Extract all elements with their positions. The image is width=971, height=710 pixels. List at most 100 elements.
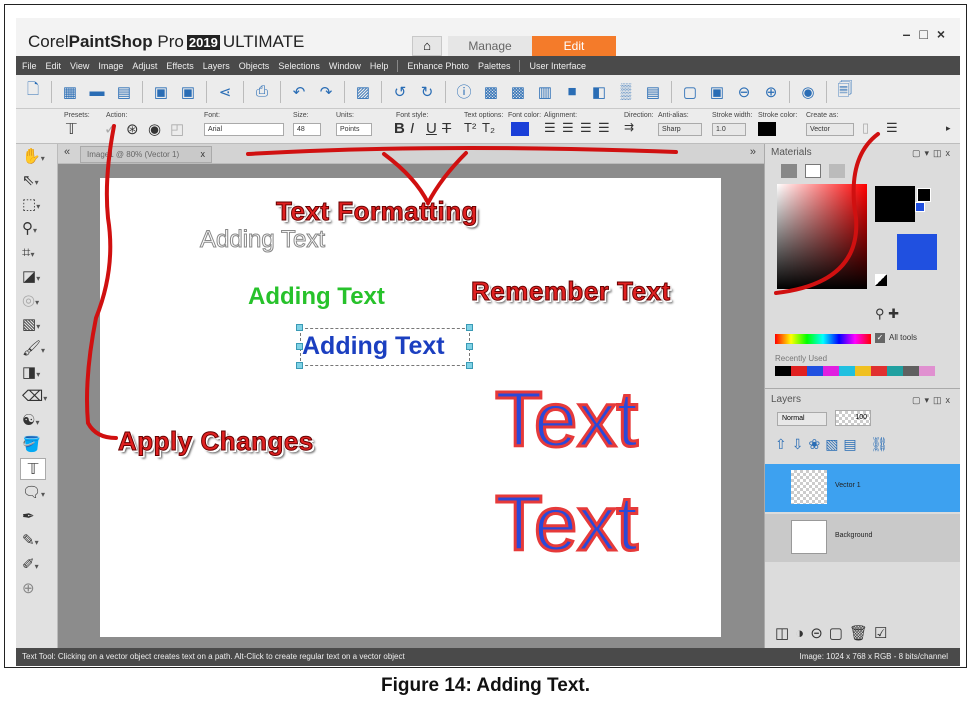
share-icon[interactable]: ⋖ xyxy=(214,81,236,103)
paint-brush-tool[interactable]: 🖌▾ xyxy=(22,338,52,360)
text-preset-icon[interactable]: 𝕋 xyxy=(66,120,77,138)
green-text-sample[interactable]: Adding Text xyxy=(248,283,385,311)
mask-icon[interactable]: ■ xyxy=(561,81,583,103)
create-as-select[interactable]: Vector xyxy=(806,123,854,136)
clear-icon[interactable]: ◰ xyxy=(170,120,184,138)
preset-shape-tool[interactable]: 🗨▾ xyxy=(22,482,52,504)
antialias-select[interactable]: Sharp xyxy=(658,123,702,136)
background-swatch[interactable] xyxy=(897,234,937,270)
makeover-tool[interactable]: ▧▾ xyxy=(22,314,52,336)
redo-icon[interactable]: ↷ xyxy=(315,81,337,103)
home-tab[interactable]: ⌂ xyxy=(412,36,442,56)
color-picker-field[interactable] xyxy=(777,184,867,289)
size-field[interactable]: 48 xyxy=(293,123,321,136)
italic-icon[interactable]: I xyxy=(410,120,414,137)
recent-color-swatch[interactable] xyxy=(791,366,807,376)
menu-view[interactable]: View xyxy=(70,61,89,71)
swap-colors-icon[interactable] xyxy=(915,202,925,212)
menu-image[interactable]: Image xyxy=(98,61,123,71)
image-canvas[interactable]: Adding Text Adding Text Adding Text Text… xyxy=(100,178,721,637)
convert-text-icon[interactable]: ⊛ xyxy=(126,120,139,138)
align-justify-icon[interactable]: ☰ xyxy=(598,120,610,136)
save-as-icon[interactable]: ▣ xyxy=(177,81,199,103)
strikethrough-icon[interactable]: T xyxy=(442,120,451,137)
reset-colors-icon[interactable] xyxy=(875,274,887,286)
rainbow-strip[interactable] xyxy=(775,334,871,344)
image-gallery-icon[interactable]: ▩ xyxy=(507,81,529,103)
expand-arrow-icon[interactable]: ▸ xyxy=(946,123,951,134)
image-icon[interactable]: ▩ xyxy=(480,81,502,103)
split-view-icon[interactable]: ◧ xyxy=(588,81,610,103)
dropper-tool[interactable]: ⚲▾ xyxy=(22,218,52,240)
grid-icon[interactable]: ▦ xyxy=(59,81,81,103)
options-menu-icon[interactable]: ☰ xyxy=(886,120,898,136)
recent-color-swatch[interactable] xyxy=(887,366,903,376)
flood-fill-tool[interactable]: 🪣 xyxy=(22,434,52,456)
actual-size-icon[interactable]: ▢ xyxy=(679,81,701,103)
eraser-tool[interactable]: ⌫▾ xyxy=(22,386,52,408)
swatches-tab-icon[interactable] xyxy=(829,164,845,178)
recent-color-swatch[interactable] xyxy=(919,366,935,376)
new-file-icon[interactable]: 🗋 xyxy=(22,81,44,103)
menu-window[interactable]: Window xyxy=(329,61,361,71)
bold-icon[interactable]: B xyxy=(394,120,405,137)
units-select[interactable]: Points xyxy=(336,123,372,136)
align-right-icon[interactable]: ☰ xyxy=(580,120,592,136)
swap-colors-swatch[interactable] xyxy=(917,188,931,202)
menu-enhance-photo[interactable]: Enhance Photo xyxy=(407,61,469,71)
menu-selections[interactable]: Selections xyxy=(278,61,320,71)
picture-tube-tool[interactable]: ✐▾ xyxy=(22,554,52,576)
straighten-tool[interactable]: ◪▾ xyxy=(22,266,52,288)
stroke-width-field[interactable]: 1.0 xyxy=(712,123,746,136)
outline-text-sample[interactable]: Adding Text xyxy=(200,226,326,254)
recent-color-swatch[interactable] xyxy=(903,366,919,376)
recent-color-swatch[interactable] xyxy=(839,366,855,376)
layer-footer-toolbar[interactable]: ◫◑⊝▢🗑☑ xyxy=(775,624,893,642)
all-tools-checkbox[interactable]: ✓ xyxy=(875,333,885,343)
selection-handle[interactable] xyxy=(296,324,303,331)
text-tool[interactable]: 𝕋 xyxy=(20,458,46,480)
preview-eye-icon[interactable]: ◉ xyxy=(148,120,161,138)
align-left-icon[interactable]: ☰ xyxy=(544,120,556,136)
selection-handle[interactable] xyxy=(296,362,303,369)
rainbow-tab-icon[interactable] xyxy=(805,164,821,178)
menu-effects[interactable]: Effects xyxy=(166,61,193,71)
eyedropper-icon[interactable]: ⚲ ✚ xyxy=(875,306,899,322)
noise-icon[interactable]: ▒ xyxy=(615,81,637,103)
menu-edit[interactable]: Edit xyxy=(46,61,62,71)
tabs-left-icon[interactable]: « xyxy=(64,146,70,158)
zoom-out-icon[interactable]: ⊖ xyxy=(733,81,755,103)
zoom-in-icon[interactable]: ⊕ xyxy=(760,81,782,103)
layer-actions-toolbar[interactable]: ⇧⇩❀▧▤ ⛓ xyxy=(775,436,955,458)
materials-panel-controls[interactable]: ▢▾◫x xyxy=(912,148,954,159)
layers-panel-controls[interactable]: ▢▾◫x xyxy=(912,395,954,406)
recent-color-swatch[interactable] xyxy=(823,366,839,376)
menu-user-interface[interactable]: User Interface xyxy=(529,61,586,71)
rotate-right-icon[interactable]: ↻ xyxy=(416,81,438,103)
recent-color-swatch[interactable] xyxy=(871,366,887,376)
tab-edit[interactable]: Edit xyxy=(532,36,616,56)
font-field[interactable]: Arial xyxy=(204,123,284,136)
document-tab[interactable]: Image1 @ 80% (Vector 1) x xyxy=(80,146,212,163)
tabs-right-icon[interactable]: » xyxy=(750,146,756,158)
print-icon[interactable]: ⎙ xyxy=(251,81,273,103)
large-text-sample-2[interactable]: Text xyxy=(493,478,639,569)
scanner-icon[interactable]: ▤ xyxy=(113,81,135,103)
effects-icon[interactable]: ▤ xyxy=(642,81,664,103)
direction-icon[interactable]: ⇉ xyxy=(624,120,634,134)
info-icon[interactable]: ⓘ xyxy=(453,81,475,103)
selection-tool[interactable]: ⬚▾ xyxy=(22,194,52,216)
undo-icon[interactable]: ↶ xyxy=(288,81,310,103)
recent-color-swatch[interactable] xyxy=(855,366,871,376)
underline-icon[interactable]: U xyxy=(426,120,437,137)
large-text-sample-1[interactable]: Text xyxy=(493,374,639,465)
menu-layers[interactable]: Layers xyxy=(203,61,230,71)
layer-row[interactable]: Vector 1 xyxy=(765,464,960,512)
red-eye-tool[interactable]: ◎▾ xyxy=(22,290,52,312)
menu-adjust[interactable]: Adjust xyxy=(132,61,157,71)
menu-help[interactable]: Help xyxy=(370,61,389,71)
menu-file[interactable]: File xyxy=(22,61,37,71)
add-tool[interactable]: ⊕ xyxy=(22,578,52,600)
align-center-icon[interactable]: ☰ xyxy=(562,120,574,136)
crop-tool[interactable]: ⌗▾ xyxy=(22,242,52,264)
